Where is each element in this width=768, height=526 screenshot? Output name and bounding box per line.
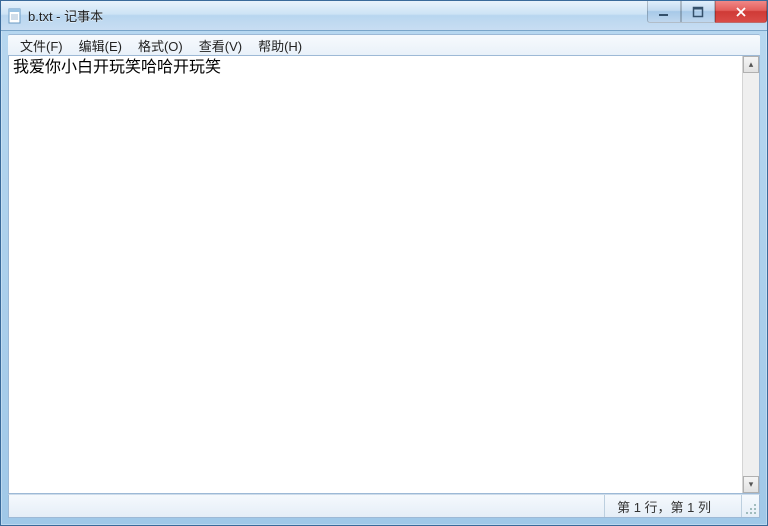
close-button[interactable] [715,1,767,23]
notepad-window: b.txt - 记事本 文件(F) 编辑(E) 格式(O) 查看(V) 帮助(H… [0,0,768,526]
text-editor[interactable]: 我爱你小白开玩笑哈哈开玩笑 [9,56,742,493]
titlebar[interactable]: b.txt - 记事本 [1,1,767,31]
menu-help[interactable]: 帮助(H) [250,35,310,56]
menu-file[interactable]: 文件(F) [12,35,71,56]
scroll-down-button[interactable]: ▾ [743,476,759,493]
vertical-scrollbar[interactable]: ▴ ▾ [742,56,759,493]
resize-grip-icon[interactable] [741,495,759,517]
notepad-icon [7,8,23,24]
menubar: 文件(F) 编辑(E) 格式(O) 查看(V) 帮助(H) [8,34,760,56]
menu-view[interactable]: 查看(V) [191,35,250,56]
statusbar: 第 1 行，第 1 列 [8,494,760,518]
window-controls [647,1,767,23]
scroll-track[interactable] [743,73,759,476]
maximize-button[interactable] [681,1,715,23]
scroll-up-button[interactable]: ▴ [743,56,759,73]
editor-container: 我爱你小白开玩笑哈哈开玩笑 ▴ ▾ [8,56,760,494]
minimize-button[interactable] [647,1,681,23]
window-title: b.txt - 记事本 [28,6,103,25]
cursor-position: 第 1 行，第 1 列 [604,495,741,517]
menu-format[interactable]: 格式(O) [130,35,191,56]
menu-edit[interactable]: 编辑(E) [71,35,130,56]
